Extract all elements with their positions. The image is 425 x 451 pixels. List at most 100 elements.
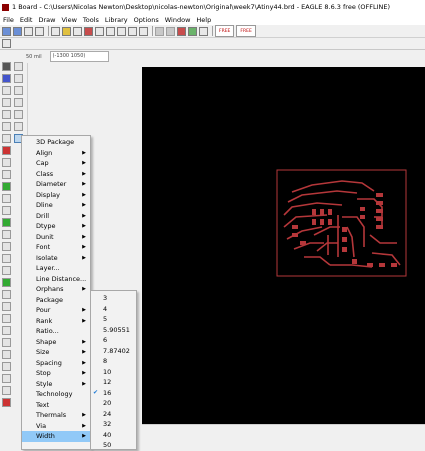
polygon-icon[interactable]	[2, 290, 11, 299]
text-icon[interactable]	[2, 242, 11, 251]
menu-item-style[interactable]: Style ▶	[22, 379, 90, 390]
menu-library[interactable]: Library	[102, 16, 131, 24]
width-option[interactable]: 40	[91, 430, 136, 441]
info-icon[interactable]	[2, 62, 11, 71]
width-option[interactable]: 7.87402	[91, 346, 136, 357]
menu-item-diameter[interactable]: Diameter ▶	[22, 179, 90, 190]
attribute-icon[interactable]	[2, 338, 11, 347]
ripup-icon[interactable]	[2, 218, 11, 227]
menu-item-layer[interactable]: Layer...	[22, 263, 90, 274]
menu-file[interactable]: File	[0, 16, 17, 24]
menu-item-font[interactable]: Font ▶	[22, 242, 90, 253]
auto-router-icon[interactable]	[2, 374, 11, 383]
menu-item-display[interactable]: Display ▶	[22, 190, 90, 201]
width-option[interactable]: 12	[91, 377, 136, 388]
menu-item-dunit[interactable]: Dunit ▶	[22, 232, 90, 243]
menu-item-thermals[interactable]: Thermals ▶	[22, 410, 90, 421]
license-badge[interactable]: FREE	[215, 25, 235, 37]
rect-icon[interactable]	[2, 278, 11, 287]
width-option[interactable]: 4	[91, 304, 136, 315]
smash-icon[interactable]	[2, 170, 11, 179]
width-option[interactable]: 10	[91, 367, 136, 378]
delete-icon[interactable]	[2, 134, 11, 143]
zoom-in-icon[interactable]	[106, 26, 115, 36]
width-option[interactable]: 50	[91, 440, 136, 451]
menu-item-class[interactable]: Class ▶	[22, 169, 90, 180]
print-icon[interactable]	[24, 26, 33, 36]
cut-icon[interactable]	[14, 110, 23, 119]
menu-item-line-distance[interactable]: Line Distance...	[22, 274, 90, 285]
errors-icon[interactable]	[2, 398, 11, 407]
ulp-icon[interactable]	[62, 26, 71, 36]
menu-draw[interactable]: Draw	[35, 16, 58, 24]
undo-icon[interactable]	[155, 26, 164, 36]
drc-icon[interactable]	[84, 26, 93, 36]
menu-item-spacing[interactable]: Spacing ▶	[22, 358, 90, 369]
add-icon[interactable]	[2, 146, 11, 155]
canvas-horizontal-scrollbar[interactable]	[142, 424, 425, 451]
optimize-icon[interactable]	[2, 194, 11, 203]
split-icon[interactable]	[2, 182, 11, 191]
menu-item-isolate[interactable]: Isolate ▶	[22, 253, 90, 264]
menu-item-technology[interactable]: Technology	[22, 389, 90, 400]
menu-edit[interactable]: Edit	[17, 16, 36, 24]
menu-item-shape[interactable]: Shape ▶	[22, 337, 90, 348]
stop-icon[interactable]	[177, 26, 186, 36]
arc-icon[interactable]	[2, 266, 11, 275]
menu-view[interactable]: View	[58, 16, 79, 24]
redo-icon[interactable]	[166, 26, 175, 36]
width-option[interactable]: 8	[91, 356, 136, 367]
paste-icon[interactable]	[14, 122, 23, 131]
route-icon[interactable]	[2, 206, 11, 215]
menu-item-orphans[interactable]: Orphans ▶	[22, 284, 90, 295]
width-option[interactable]: 3	[91, 293, 136, 304]
fusion-badge[interactable]: FREE	[236, 25, 256, 37]
layer-grid-icon[interactable]	[2, 39, 11, 48]
menu-item-ratio[interactable]: Ratio...	[22, 326, 90, 337]
display-layers-icon[interactable]	[2, 74, 11, 83]
width-option[interactable]: 32	[91, 419, 136, 430]
move-icon[interactable]	[2, 86, 11, 95]
menu-item-rank[interactable]: Rank ▶	[22, 316, 90, 327]
zoom-fit-icon[interactable]	[95, 26, 104, 36]
menu-item-pour[interactable]: Pour ▶	[22, 305, 90, 316]
help-icon[interactable]	[199, 26, 208, 36]
menu-item-align[interactable]: Align ▶	[22, 148, 90, 159]
dimension-icon[interactable]	[2, 350, 11, 359]
grid-size[interactable]: 50 mil	[26, 54, 42, 60]
menu-item-dtype[interactable]: Dtype ▶	[22, 221, 90, 232]
rotate-icon[interactable]	[14, 98, 23, 107]
menu-item-width[interactable]: Width ▶	[22, 431, 90, 442]
menu-item-via[interactable]: Via ▶	[22, 421, 90, 432]
save-icon[interactable]	[13, 26, 22, 36]
width-option[interactable]: 5.90551	[91, 325, 136, 336]
circle-icon[interactable]	[2, 254, 11, 263]
width-option[interactable]: 24	[91, 409, 136, 420]
erc-icon[interactable]	[2, 386, 11, 395]
cam-processor-icon[interactable]	[35, 26, 44, 36]
mirror-icon[interactable]	[2, 98, 11, 107]
menu-item-size[interactable]: Size ▶	[22, 347, 90, 358]
move-arrows-icon[interactable]	[14, 86, 23, 95]
menu-help[interactable]: Help	[193, 16, 214, 24]
width-option[interactable]: 20	[91, 398, 136, 409]
menu-item-stop[interactable]: Stop ▶	[22, 368, 90, 379]
board-canvas[interactable]	[142, 67, 425, 424]
menu-item-drill[interactable]: Drill ▶	[22, 211, 90, 222]
menu-item-text[interactable]: Text	[22, 400, 90, 411]
copy-icon[interactable]	[2, 122, 11, 131]
hole-icon[interactable]	[2, 326, 11, 335]
open-icon[interactable]	[2, 26, 11, 36]
go-icon[interactable]	[188, 26, 197, 36]
replace-icon[interactable]	[2, 158, 11, 167]
menu-item-3d-package[interactable]: 3D Package	[22, 137, 90, 148]
menu-tools[interactable]: Tools	[80, 16, 102, 24]
zoom-select-icon[interactable]	[139, 26, 148, 36]
width-option[interactable]: 6	[91, 335, 136, 346]
via-icon[interactable]	[2, 302, 11, 311]
menu-options[interactable]: Options	[131, 16, 162, 24]
zoom-out-icon[interactable]	[117, 26, 126, 36]
menu-item-package[interactable]: Package	[22, 295, 90, 306]
width-option-selected[interactable]: ✔ 16	[91, 388, 136, 399]
signal-icon[interactable]	[2, 314, 11, 323]
